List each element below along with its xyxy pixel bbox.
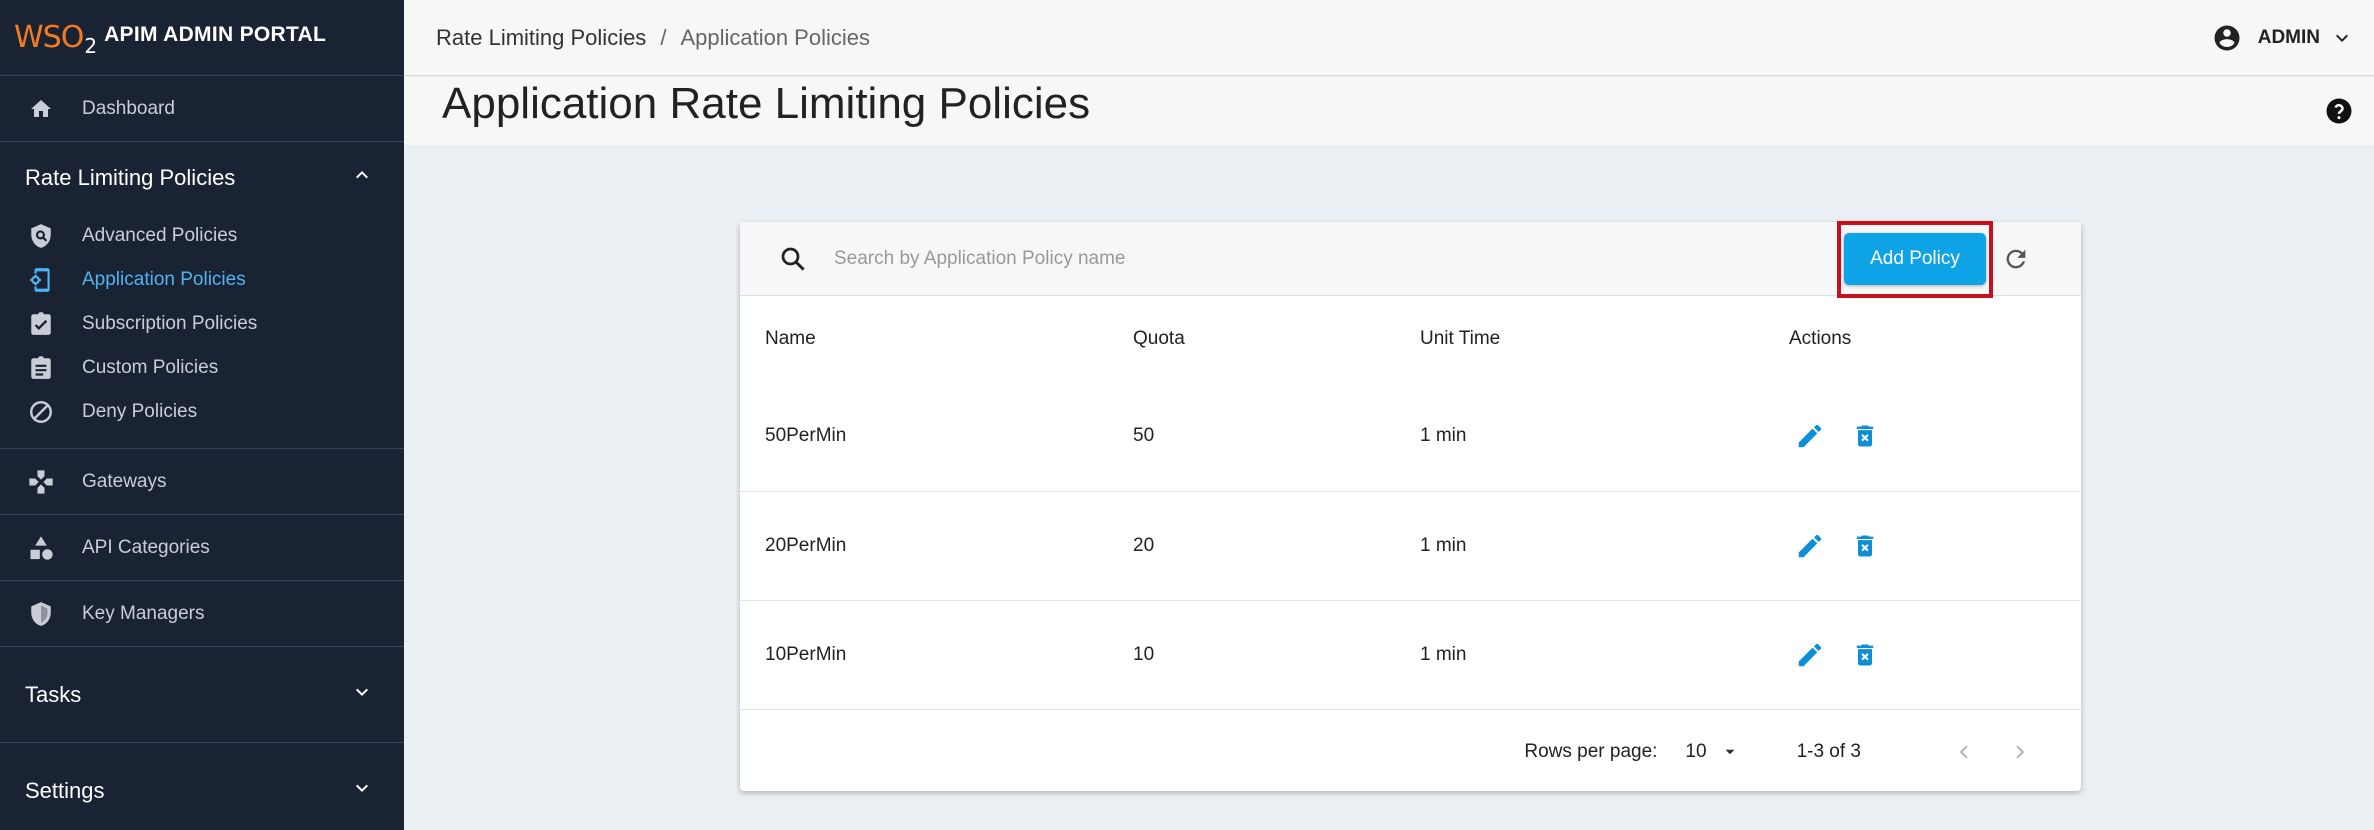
clipboard-list-icon [26, 353, 56, 383]
rows-per-page-select[interactable]: 10 [1685, 741, 1738, 763]
column-header-name[interactable]: Name [740, 296, 1108, 382]
sidebar-item-label: Deny Policies [82, 401, 198, 422]
delete-icon[interactable] [1851, 421, 1879, 451]
cell-name: 20PerMin [740, 491, 1108, 601]
sidebar-item-advanced-policies[interactable]: Advanced Policies [0, 214, 404, 258]
cell-name: 10PerMin [740, 600, 1108, 710]
gamepad-icon [26, 467, 56, 497]
app-settings-icon [26, 265, 56, 295]
refresh-icon[interactable] [2002, 245, 2030, 278]
cell-actions [1764, 382, 2081, 492]
breadcrumb-item-current: Application Policies [680, 24, 870, 50]
table-row: 50PerMin 50 1 min [740, 382, 2081, 492]
sidebar-group-rate-limiting-toggle[interactable]: Rate Limiting Policies [0, 142, 404, 214]
rows-per-page-value: 10 [1685, 740, 1707, 762]
sidebar-item-label: Gateways [82, 470, 167, 492]
cell-unit-time: 1 min [1395, 491, 1764, 601]
add-policy-button[interactable]: Add Policy [1844, 233, 1986, 285]
sidebar-item-label: Custom Policies [82, 357, 219, 378]
sidebar-item-label: Dashboard [82, 97, 175, 119]
wso2-logo: WSO 2 [14, 20, 97, 58]
chevron-down-icon [350, 776, 374, 806]
home-icon [26, 94, 56, 124]
sidebar-item-api-categories[interactable]: API Categories [0, 515, 404, 581]
top-bar: Rate Limiting Policies / Application Pol… [404, 0, 2374, 76]
sidebar: WSO 2 APIM ADMIN PORTAL Dashboard Rate Li… [0, 0, 404, 830]
breadcrumb-separator: / [660, 24, 667, 50]
sidebar-item-label: Advanced Policies [82, 225, 238, 246]
column-header-quota[interactable]: Quota [1108, 296, 1395, 382]
column-header-actions: Actions [1789, 328, 1852, 349]
table-toolbar: Add Policy [740, 221, 2081, 298]
sidebar-group-label: Rate Limiting Policies [25, 165, 236, 190]
breadcrumb: Rate Limiting Policies / Application Pol… [436, 25, 870, 51]
edit-icon[interactable] [1795, 421, 1825, 451]
sidebar-group-tasks[interactable]: Tasks [0, 647, 404, 743]
search-input[interactable] [834, 241, 1734, 277]
previous-page-icon[interactable] [1951, 739, 1977, 765]
chevron-up-icon [350, 163, 374, 193]
shield-search-icon [26, 221, 56, 251]
sidebar-item-custom-policies[interactable]: Custom Policies [0, 346, 404, 390]
user-name: ADMIN [2257, 26, 2320, 48]
delete-icon[interactable] [1851, 531, 1879, 561]
cell-unit-time: 1 min [1395, 600, 1764, 710]
table-row: 10PerMin 10 1 min [740, 600, 2081, 710]
block-icon [26, 397, 56, 427]
user-menu[interactable]: ADMIN [2212, 23, 2354, 53]
cell-actions [1764, 600, 2081, 710]
column-header-unit-time[interactable]: Unit Time [1395, 296, 1764, 382]
policies-card: Add Policy Name Quota Unit Time Actions … [740, 221, 2081, 794]
sidebar-item-deny-policies[interactable]: Deny Policies [0, 390, 404, 434]
chevron-down-icon [350, 680, 374, 710]
sidebar-item-dashboard[interactable]: Dashboard [0, 76, 404, 142]
sidebar-item-label: Application Policies [82, 269, 246, 290]
clipboard-check-icon [26, 309, 56, 339]
table-row: 20PerMin 20 1 min [740, 491, 2081, 601]
edit-icon[interactable] [1795, 640, 1825, 670]
sidebar-item-label: API Categories [82, 536, 210, 558]
sidebar-group-label: Tasks [25, 681, 82, 707]
chevron-down-icon [2330, 26, 2354, 50]
cell-quota: 10 [1108, 600, 1395, 710]
sidebar-group-label: Settings [25, 778, 105, 803]
brand[interactable]: WSO 2 APIM ADMIN PORTAL [0, 0, 404, 76]
cell-quota: 20 [1108, 491, 1395, 601]
app-title: APIM ADMIN PORTAL [104, 22, 327, 46]
shield-icon [26, 599, 56, 629]
caret-down-icon [1721, 743, 1739, 761]
sidebar-group-settings[interactable]: Settings [0, 743, 404, 830]
page-header: Application Rate Limiting Policies [404, 77, 2374, 145]
table-pagination: Rows per page: 10 1-3 of 3 [740, 710, 2081, 794]
policies-table: Name Quota Unit Time Actions 50PerMin 50… [740, 296, 2081, 710]
rows-per-page-label: Rows per page: [1524, 740, 1658, 762]
search-icon [778, 244, 808, 279]
help-icon[interactable] [2324, 96, 2354, 131]
sidebar-item-label: Key Managers [82, 602, 205, 624]
sidebar-group-rate-limiting: Rate Limiting Policies Advanced Policies… [0, 142, 404, 449]
sidebar-item-gateways[interactable]: Gateways [0, 449, 404, 515]
account-circle-icon [2212, 23, 2242, 53]
cell-actions [1764, 491, 2081, 601]
sidebar-item-label: Subscription Policies [82, 313, 258, 334]
page-title: Application Rate Limiting Policies [442, 79, 1091, 128]
cell-unit-time: 1 min [1395, 382, 1764, 492]
shapes-icon [26, 533, 56, 563]
breadcrumb-item-rate-limiting[interactable]: Rate Limiting Policies [436, 25, 646, 51]
edit-icon[interactable] [1795, 531, 1825, 561]
sidebar-item-subscription-policies[interactable]: Subscription Policies [0, 302, 404, 346]
delete-icon[interactable] [1851, 640, 1879, 670]
sidebar-item-application-policies[interactable]: Application Policies [0, 258, 404, 302]
sidebar-item-key-managers[interactable]: Key Managers [0, 581, 404, 647]
cell-name: 50PerMin [740, 382, 1108, 492]
cell-quota: 50 [1108, 382, 1395, 492]
pagination-range: 1-3 of 3 [1796, 740, 1861, 762]
table-header-row: Name Quota Unit Time Actions [740, 296, 2081, 382]
next-page-icon[interactable] [2007, 739, 2033, 765]
